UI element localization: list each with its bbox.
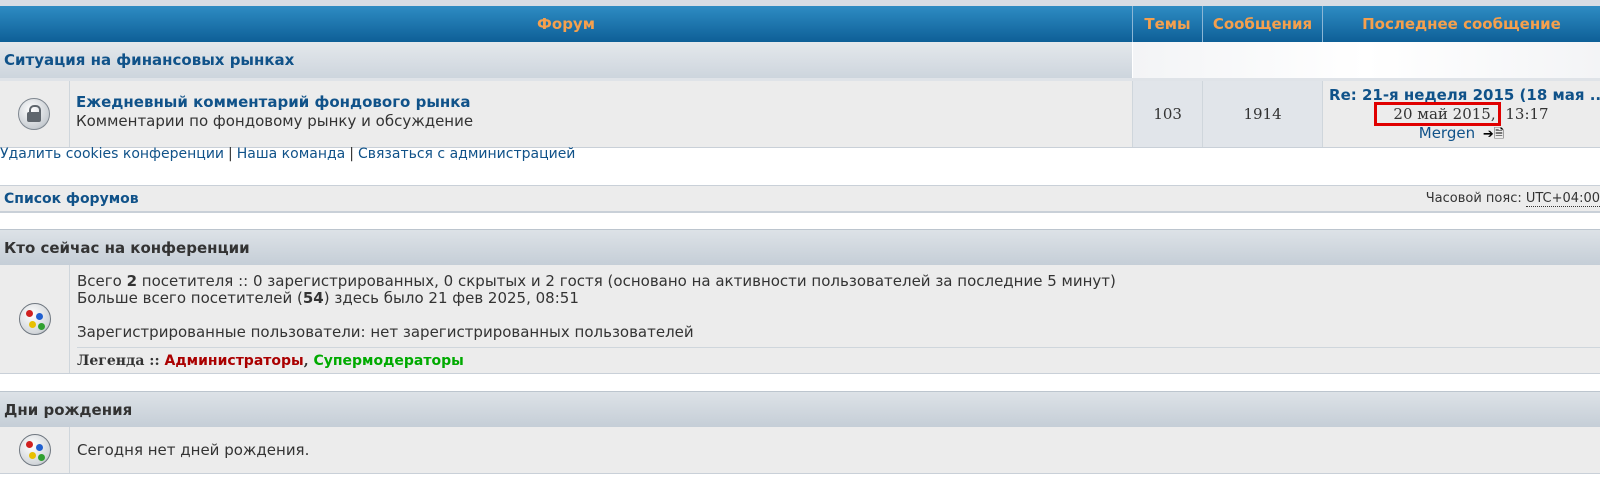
birthdays-header: Дни рождения (0, 391, 1600, 427)
last-post-date-highlight: 20 май 2015, (1374, 102, 1501, 126)
forum-status-cell (0, 81, 70, 147)
forum-posts-count: 1914 (1203, 81, 1324, 147)
header-posts: Сообщения (1203, 6, 1323, 42)
online-stats: Всего 2 посетителя :: 0 зарегистрированн… (70, 265, 1600, 373)
forum-topics-count: 103 (1133, 81, 1204, 147)
online-text: Всего 2 посетителя :: 0 зарегистрированн… (77, 265, 1600, 341)
separator: | (349, 146, 354, 162)
legend-label: Легенда :: (77, 353, 165, 369)
online-record: Больше всего посетителей (54) здесь было… (77, 290, 1600, 307)
users-icon (18, 434, 51, 466)
users-icon (18, 303, 51, 335)
birthdays-text: Сегодня нет дней рождения. (77, 440, 310, 459)
timezone: Часовой пояс: UTC+04:00 (1425, 191, 1600, 207)
last-post-date: 20 май 2015, (1393, 105, 1496, 123)
birthdays-icon-cell (0, 427, 70, 473)
timezone-value: UTC+04:00 (1525, 191, 1600, 207)
last-post-datetime: 20 май 2015, 13:17 (1323, 102, 1600, 126)
delete-cookies-link[interactable]: Удалить cookies конференции (0, 146, 224, 162)
contact-admin-link[interactable]: Связаться с администрацией (358, 146, 575, 162)
timezone-label: Часовой пояс: (1425, 191, 1526, 206)
online-body: Всего 2 посетителя :: 0 зарегистрированн… (0, 265, 1600, 374)
last-post-author-link[interactable]: Mergen (1419, 124, 1475, 142)
online-total-prefix: Всего (77, 272, 127, 290)
header-forum: Форум (0, 6, 1133, 42)
forum-description: Комментарии по фондовому рынку и обсужде… (75, 112, 474, 130)
online-record-prefix: Больше всего посетителей ( (77, 289, 303, 307)
go-to-post-icon[interactable]: ➔🗎 (1483, 125, 1504, 144)
footer-links: Удалить cookies конференции | Наша команда… (0, 146, 575, 162)
legend: Легенда :: Администраторы, Супермодерато… (77, 347, 1600, 370)
category-row: Ситуация на финансовых рынках (0, 42, 1600, 78)
legend-supermoderators-link[interactable]: Супермодераторы (313, 353, 463, 369)
online-icon-cell (0, 265, 70, 373)
forum-row: Ежедневный комментарий фондового рынка К… (0, 78, 1600, 148)
lock-icon (18, 98, 51, 130)
online-total-suffix: посетителя :: 0 зарегистрированных, 0 ск… (137, 272, 1116, 290)
online-total: Всего 2 посетителя :: 0 зарегистрированн… (77, 273, 1600, 290)
online-record-suffix: ) здесь было 21 фев 2025, 08:51 (323, 289, 579, 307)
legend-administrators-link[interactable]: Администраторы (165, 353, 304, 369)
category-spacer (1132, 42, 1600, 78)
forum-table: Форум Темы Сообщения Последнее сообщение… (0, 0, 1600, 148)
online-record-count: 54 (302, 289, 324, 307)
header-topics: Темы (1133, 6, 1203, 42)
separator: | (228, 146, 233, 162)
last-post-time: 13:17 (1500, 105, 1549, 123)
last-post-author-line: Mergen ➔🗎 (1323, 124, 1600, 144)
forum-info: Ежедневный комментарий фондового рынка К… (70, 81, 1134, 147)
birthdays-body: Сегодня нет дней рождения. (0, 427, 1600, 474)
forum-title-link[interactable]: Ежедневный комментарий фондового рынка (76, 93, 1132, 112)
last-post-cell: Re: 21-я неделя 2015 (18 мая ... 20 май … (1323, 81, 1600, 147)
online-header: Кто сейчас на конференции (0, 229, 1600, 265)
header-last-post: Последнее сообщение (1362, 15, 1561, 33)
table-header: Форум Темы Сообщения Последнее сообщение (0, 6, 1600, 42)
online-registered: Зарегистрированные пользователи: нет зар… (77, 323, 694, 341)
legend-comma: , (303, 353, 314, 369)
navbar: Список форумов Часовой пояс: UTC+04:00 (0, 185, 1600, 213)
online-total-count: 2 (126, 272, 138, 290)
category-link[interactable]: Ситуация на финансовых рынках (4, 51, 294, 69)
forum-list-link[interactable]: Список форумов (0, 191, 139, 207)
team-link[interactable]: Наша команда (237, 146, 346, 162)
category-title[interactable]: Ситуация на финансовых рынках (0, 42, 1132, 78)
